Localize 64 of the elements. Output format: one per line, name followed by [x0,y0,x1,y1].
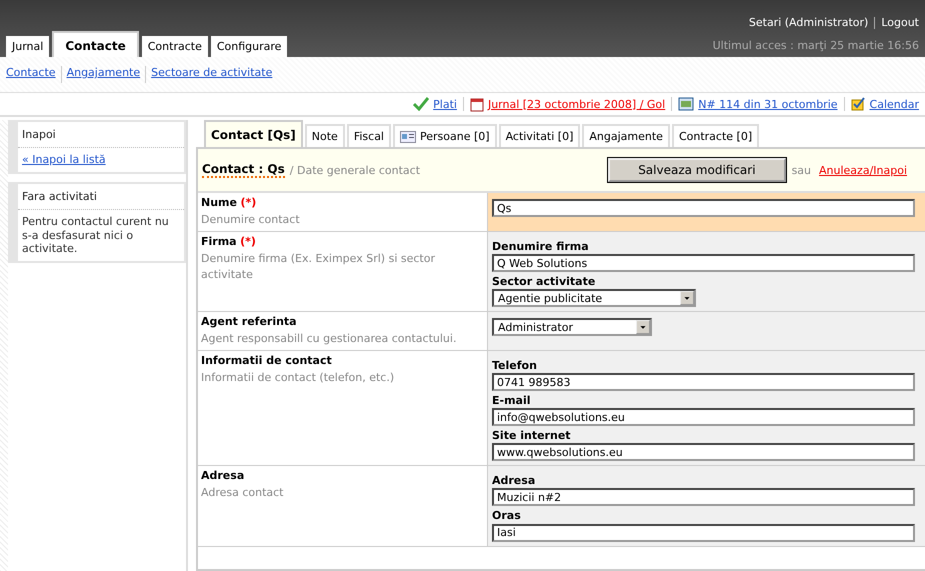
cancel-link[interactable]: Anuleaza/Inapoi [819,164,907,176]
field-label: Informatii de contact [201,354,332,368]
task-icon [850,97,866,111]
nav-tab[interactable]: Configurare [210,36,288,57]
box-title: Fara activitati [18,184,184,210]
input-label: Adresa [492,475,536,488]
field-hint: Informatii de contact (telefon, etc.) [201,370,396,386]
input-label: Site internet [492,430,572,442]
content-tab[interactable]: Fiscal [346,124,391,147]
field-hint: Denumire firma (Ex. Eximpex Srl) si sector activitate [201,250,436,283]
toolbar-link[interactable]: Jurnal [23 octombrie 2008] / Gol [488,98,666,110]
content-tab[interactable]: Activitati [0] [498,124,580,147]
dropdown[interactable]: Administrator [492,318,652,336]
nav-tab[interactable]: Jurnal [6,36,50,57]
checkmark-icon [413,97,430,111]
calendar-icon [470,96,484,112]
input-field[interactable]: info@qwebsolutions.eu [492,408,915,426]
or-text: sau [792,164,812,176]
subnav-link[interactable]: Angajamente [66,66,140,83]
box-title: Inapoi [18,122,184,148]
field-label: Agent referinta [201,315,297,328]
input-field[interactable]: 0741 989583 [492,373,915,392]
input-label: Denumire firma [492,240,590,254]
field-label: Nume [201,196,237,209]
dropdown[interactable]: Agentie publicitate [492,289,696,308]
back-link[interactable]: « Inapoi la listă [22,153,106,166]
box-text: Pentru contactul curent nu s-a desfasurat nici o activitate. [22,214,169,256]
field-hint: Denumire contact [201,212,301,228]
form-subtitle: / Date generale contact [290,164,422,176]
input-field[interactable]: Muzicii n#2 [492,488,915,506]
toolbar-link[interactable]: Calendar [870,98,919,110]
input-label: Telefon [492,360,538,372]
toolbar-link[interactable]: N# 114 din 31 octombrie [698,98,838,110]
last-access-text: Ultimul acces : marţi 25 martie 16:56 [712,39,919,52]
input-field[interactable]: Iasi [492,524,915,542]
content-tab[interactable]: Note [304,124,345,147]
input-label: Oras [492,510,522,523]
logout-link[interactable]: Logout [881,16,919,29]
nav-tab[interactable]: Contacte [52,31,139,57]
save-button[interactable]: Salveaza modificari [608,158,786,182]
input-label: E-mail [492,395,532,408]
field-hint: Adresa contact [201,485,284,502]
input-field[interactable]: Qs [492,199,915,217]
input-field[interactable]: www.qwebsolutions.eu [492,443,915,462]
caret-icon [680,291,694,306]
content-tab[interactable]: Angajamente [582,124,670,147]
subnav-link[interactable]: Sectoare de activitate [151,66,272,83]
required-mark: (*) [240,196,256,209]
input-label: Sector activitate [492,276,596,288]
content-tab[interactable]: Contact [Qs] [204,120,303,147]
field-hint: Agent responsabill cu gestionarea contactului. [201,331,458,348]
nav-tab[interactable]: Contracte [142,36,208,57]
form-title: Contact : Qs [202,162,285,178]
subnav-link[interactable]: Contacte [6,66,56,83]
content-tab[interactable]: Contracte [0] [672,124,760,147]
caret-icon [636,320,650,334]
settings-link[interactable]: Setari (Administrator) [748,16,868,29]
field-label: Firma [201,234,237,248]
toolbar-link[interactable]: Plati [433,98,457,110]
required-mark: (*) [240,234,256,248]
field-label: Adresa [201,469,244,482]
content-tab[interactable]: Persoane [0] [393,124,497,147]
card-icon [678,97,694,111]
input-field[interactable]: Q Web Solutions [492,254,915,272]
